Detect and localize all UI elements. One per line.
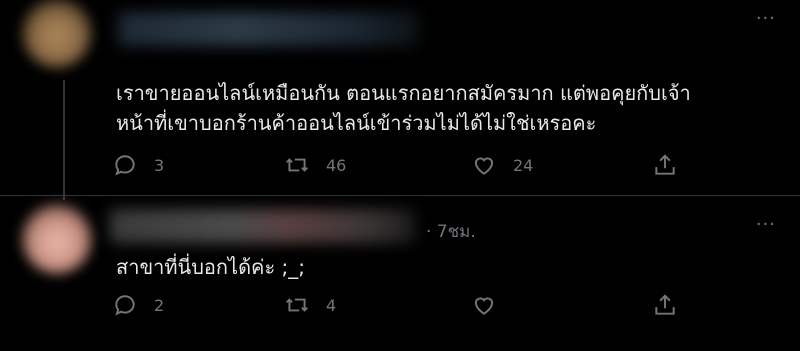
reply-button[interactable]: 2 bbox=[112, 292, 164, 318]
tweet-actions: 3 46 24 bbox=[112, 152, 692, 180]
reply-icon bbox=[115, 295, 135, 316]
share-button[interactable] bbox=[652, 152, 678, 178]
tweet-text: สาขาที่นี่บอกได้ค่ะ ;_; bbox=[116, 252, 305, 282]
tweet-text-line: สาขาที่นี่บอกได้ค่ะ ;_; bbox=[116, 255, 306, 279]
share-icon bbox=[655, 154, 675, 175]
retweet-icon bbox=[286, 298, 308, 312]
more-options-button[interactable]: ··· bbox=[756, 8, 776, 29]
reply-count: 3 bbox=[154, 155, 165, 175]
retweet-icon bbox=[286, 158, 308, 172]
timestamp[interactable]: · 7ชม. bbox=[426, 218, 476, 245]
tweet-text-line: หน้าที่เขาบอกร้านค้าออนไลน์เข้าร่วมไม่ได… bbox=[116, 111, 597, 135]
share-button[interactable] bbox=[652, 292, 678, 318]
more-options-button[interactable]: ··· bbox=[756, 214, 776, 235]
retweet-count: 46 bbox=[326, 155, 347, 175]
retweet-button[interactable]: 4 bbox=[284, 292, 336, 318]
reply-button[interactable]: 3 bbox=[112, 152, 164, 178]
like-icon bbox=[474, 297, 494, 315]
like-button[interactable]: 24 bbox=[471, 152, 533, 178]
like-count: 24 bbox=[513, 155, 534, 175]
avatar-blurred[interactable] bbox=[22, 204, 92, 274]
share-icon bbox=[655, 294, 675, 315]
username-blurred[interactable] bbox=[118, 12, 418, 46]
thread-line bbox=[63, 80, 65, 200]
tweet-text: เราขายออนไลน์เหมือนกัน ตอนแรกอยากสมัครมา… bbox=[116, 78, 691, 138]
reply-count: 2 bbox=[154, 295, 165, 315]
retweet-count: 4 bbox=[326, 295, 337, 315]
like-button[interactable] bbox=[471, 292, 513, 318]
retweet-button[interactable]: 46 bbox=[284, 152, 346, 178]
username-blurred[interactable] bbox=[110, 209, 415, 243]
like-icon bbox=[474, 157, 494, 175]
reply-icon bbox=[115, 155, 135, 176]
avatar-blurred[interactable] bbox=[22, 0, 92, 68]
tweet-2[interactable]: · 7ชม. ··· สาขาที่นี่บอกได้ค่ะ ;_; 2 4 bbox=[0, 196, 800, 351]
tweet-actions: 2 4 bbox=[112, 292, 692, 320]
tweet-text-line: เราขายออนไลน์เหมือนกัน ตอนแรกอยากสมัครมา… bbox=[116, 81, 691, 105]
tweet-1[interactable]: ··· เราขายออนไลน์เหมือนกัน ตอนแรกอยากสมั… bbox=[0, 0, 800, 200]
